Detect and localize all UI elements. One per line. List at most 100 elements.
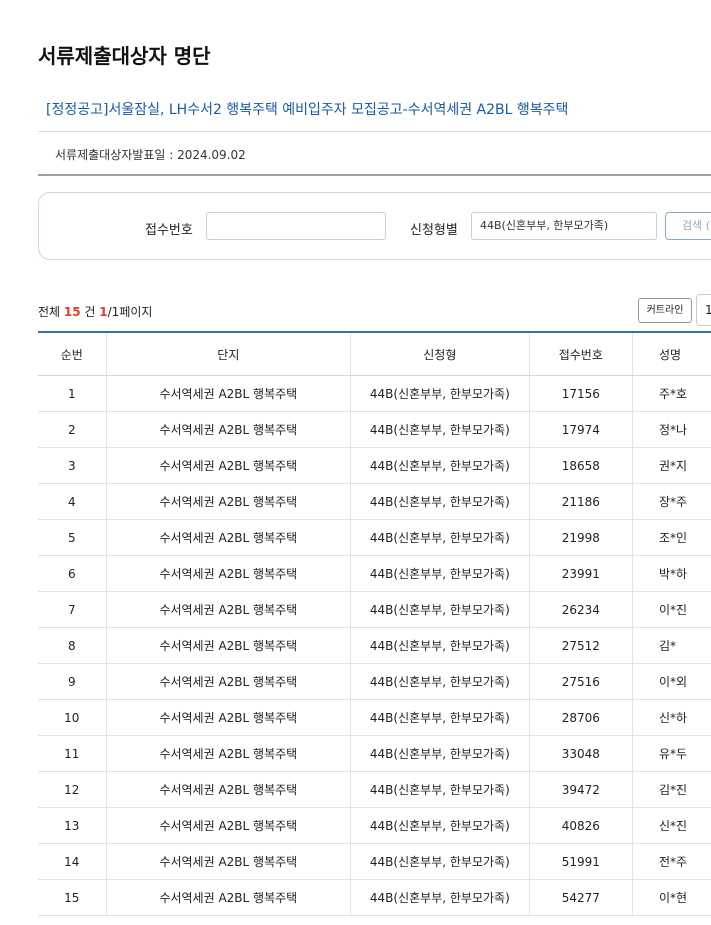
- cell-type: 44B(신혼부부, 한부모가족): [350, 555, 530, 592]
- cell-name: 신*하: [632, 699, 711, 736]
- summary-prefix: 전체: [38, 305, 64, 319]
- table-row: 3 수서역세권 A2BL 행복주택 44B(신혼부부, 한부모가족) 18658 권*지: [38, 447, 711, 484]
- cell-name: 전*주: [632, 843, 711, 880]
- cell-name: 이*현: [632, 879, 711, 916]
- page: 서류제출대상자 명단 [정정공고]서울잠실, LH수서2 행복주택 예비입주자 …: [0, 0, 711, 925]
- cell-receipt: 40826: [529, 807, 633, 844]
- cell-complex: 수서역세권 A2BL 행복주택: [106, 735, 352, 772]
- cell-complex: 수서역세권 A2BL 행복주택: [106, 843, 352, 880]
- cell-index: 15: [38, 879, 107, 916]
- page-suffix: /1페이지: [107, 305, 153, 319]
- cell-index: 9: [38, 663, 107, 700]
- cell-complex: 수서역세권 A2BL 행복주택: [106, 807, 352, 844]
- cell-index: 3: [38, 447, 107, 484]
- cell-type: 44B(신혼부부, 한부모가족): [350, 375, 530, 412]
- cell-receipt: 17156: [529, 375, 633, 412]
- header-complex: 단지: [106, 331, 352, 376]
- cell-receipt: 21998: [529, 519, 633, 556]
- cell-type: 44B(신혼부부, 한부모가족): [350, 519, 530, 556]
- cell-type: 44B(신혼부부, 한부모가족): [350, 807, 530, 844]
- table-header-row: 순번 단지 신청형 접수번호 성명: [38, 331, 711, 376]
- cell-complex: 수서역세권 A2BL 행복주택: [106, 771, 352, 808]
- table-row: 5 수서역세권 A2BL 행복주택 44B(신혼부부, 한부모가족) 21998 조*인: [38, 519, 711, 556]
- table-row: 1 수서역세권 A2BL 행복주택 44B(신혼부부, 한부모가족) 17156 주*호: [38, 375, 711, 412]
- cell-type: 44B(신혼부부, 한부모가족): [350, 591, 530, 628]
- cell-type: 44B(신혼부부, 한부모가족): [350, 663, 530, 700]
- notice-title-link[interactable]: [정정공고]서울잠실, LH수서2 행복주택 예비입주자 모집공고-수서역세권 …: [46, 99, 568, 119]
- page-title: 서류제출대상자 명단: [38, 44, 211, 68]
- table-row: 6 수서역세권 A2BL 행복주택 44B(신혼부부, 한부모가족) 23991 박*하: [38, 555, 711, 592]
- cell-index: 8: [38, 627, 107, 664]
- cell-receipt: 33048: [529, 735, 633, 772]
- announce-date: 서류제출대상자발표일 : 2024.09.02: [55, 148, 246, 162]
- divider: [38, 174, 711, 176]
- cell-receipt: 28706: [529, 699, 633, 736]
- cell-type: 44B(신혼부부, 한부모가족): [350, 627, 530, 664]
- summary-unit: 건: [80, 305, 100, 319]
- cell-name: 정*나: [632, 411, 711, 448]
- cell-receipt: 21186: [529, 483, 633, 520]
- cell-name: 장*주: [632, 483, 711, 520]
- cell-receipt: 51991: [529, 843, 633, 880]
- cell-receipt: 39472: [529, 771, 633, 808]
- cell-index: 11: [38, 735, 107, 772]
- header-receipt: 접수번호: [529, 331, 633, 376]
- cell-index: 4: [38, 483, 107, 520]
- cell-index: 5: [38, 519, 107, 556]
- cell-index: 10: [38, 699, 107, 736]
- cell-receipt: 26234: [529, 591, 633, 628]
- current-page: 1: [99, 305, 108, 319]
- cell-index: 6: [38, 555, 107, 592]
- table-row: 9 수서역세권 A2BL 행복주택 44B(신혼부부, 한부모가족) 27516 이*외: [38, 663, 711, 700]
- receipt-number-label: 접수번호: [145, 223, 193, 238]
- table-row: 2 수서역세권 A2BL 행복주택 44B(신혼부부, 한부모가족) 17974 정*나: [38, 411, 711, 448]
- cell-complex: 수서역세권 A2BL 행복주택: [106, 375, 352, 412]
- cell-index: 7: [38, 591, 107, 628]
- cell-index: 2: [38, 411, 107, 448]
- application-type-label: 신청형별: [410, 223, 458, 238]
- cell-complex: 수서역세권 A2BL 행복주택: [106, 663, 352, 700]
- cell-receipt: 27512: [529, 627, 633, 664]
- cell-receipt: 54277: [529, 879, 633, 916]
- cell-complex: 수서역세권 A2BL 행복주택: [106, 447, 352, 484]
- page-size-select[interactable]: 1: [696, 294, 711, 326]
- search-button[interactable]: 검색 (: [665, 212, 711, 240]
- cell-complex: 수서역세권 A2BL 행복주택: [106, 699, 352, 736]
- cell-receipt: 17974: [529, 411, 633, 448]
- results-table: 순번 단지 신청형 접수번호 성명 1 수서역세권 A2BL 행복주택 44B(신혼…: [38, 331, 711, 916]
- cell-type: 44B(신혼부부, 한부모가족): [350, 699, 530, 736]
- cell-name: 김*진: [632, 771, 711, 808]
- table-row: 15 수서역세권 A2BL 행복주택 44B(신혼부부, 한부모가족) 54277 이*…: [38, 879, 711, 916]
- cell-name: 유*두: [632, 735, 711, 772]
- header-index: 순번: [38, 331, 107, 376]
- cell-name: 이*외: [632, 663, 711, 700]
- cell-complex: 수서역세권 A2BL 행복주택: [106, 627, 352, 664]
- table-row: 12 수서역세권 A2BL 행복주택 44B(신혼부부, 한부모가족) 39472 김*…: [38, 771, 711, 808]
- cell-receipt: 23991: [529, 555, 633, 592]
- table-row: 14 수서역세권 A2BL 행복주택 44B(신혼부부, 한부모가족) 51991 전*…: [38, 843, 711, 880]
- cell-index: 12: [38, 771, 107, 808]
- table-row: 11 수서역세권 A2BL 행복주택 44B(신혼부부, 한부모가족) 33048 유*…: [38, 735, 711, 772]
- cutline-button[interactable]: 커트라인: [638, 298, 692, 323]
- table-row: 4 수서역세권 A2BL 행복주택 44B(신혼부부, 한부모가족) 21186 장*주: [38, 483, 711, 520]
- cell-type: 44B(신혼부부, 한부모가족): [350, 771, 530, 808]
- cell-name: 조*인: [632, 519, 711, 556]
- application-type-select[interactable]: 44B(신혼부부, 한부모가족): [471, 212, 657, 240]
- cell-type: 44B(신혼부부, 한부모가족): [350, 411, 530, 448]
- cell-type: 44B(신혼부부, 한부모가족): [350, 447, 530, 484]
- table-row: 13 수서역세권 A2BL 행복주택 44B(신혼부부, 한부모가족) 40826 신*…: [38, 807, 711, 844]
- cell-complex: 수서역세권 A2BL 행복주택: [106, 555, 352, 592]
- cell-complex: 수서역세권 A2BL 행복주택: [106, 411, 352, 448]
- cell-type: 44B(신혼부부, 한부모가족): [350, 879, 530, 916]
- divider: [38, 131, 711, 132]
- receipt-number-input[interactable]: [206, 212, 386, 240]
- cell-complex: 수서역세권 A2BL 행복주택: [106, 591, 352, 628]
- header-type: 신청형: [350, 331, 530, 376]
- cell-name: 김*: [632, 627, 711, 664]
- result-summary: 전체 15 건 1/1페이지: [38, 303, 152, 320]
- cell-complex: 수서역세권 A2BL 행복주택: [106, 879, 352, 916]
- table-row: 7 수서역세권 A2BL 행복주택 44B(신혼부부, 한부모가족) 26234 이*진: [38, 591, 711, 628]
- cell-index: 1: [38, 375, 107, 412]
- table-row: 10 수서역세권 A2BL 행복주택 44B(신혼부부, 한부모가족) 28706 신*…: [38, 699, 711, 736]
- cell-type: 44B(신혼부부, 한부모가족): [350, 843, 530, 880]
